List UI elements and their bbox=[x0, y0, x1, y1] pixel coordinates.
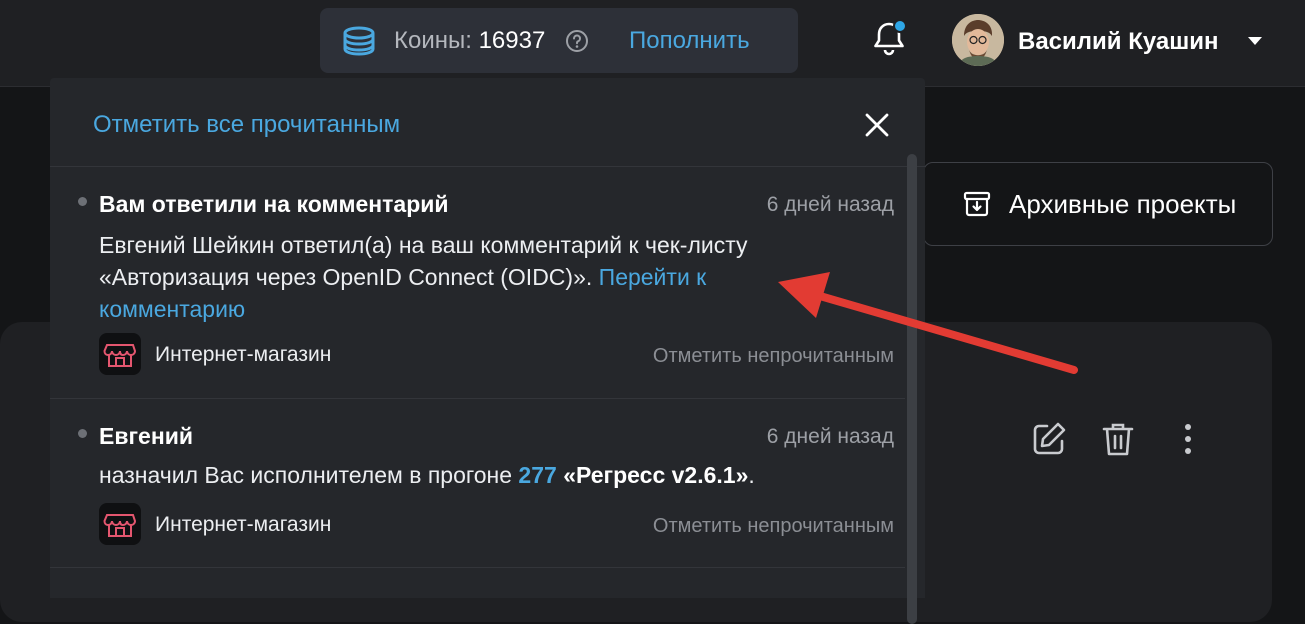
notifications-panel: Отметить все прочитанным Вам ответили на… bbox=[50, 78, 925, 624]
storefront-icon bbox=[103, 344, 137, 367]
scrollbar[interactable] bbox=[907, 154, 917, 624]
notification-body: назначил Вас исполнителем в прогоне 277 … bbox=[99, 459, 829, 491]
project-icon bbox=[99, 333, 141, 375]
more-vertical-icon[interactable] bbox=[1178, 420, 1198, 458]
notification-time: 6 дней назад bbox=[766, 193, 894, 216]
question-circle-icon[interactable] bbox=[565, 29, 589, 53]
unread-badge bbox=[893, 19, 907, 33]
coins-text: Коины: 16937 bbox=[394, 27, 545, 55]
archived-projects-label: Архивные проекты bbox=[1009, 189, 1237, 219]
edit-icon[interactable] bbox=[1030, 420, 1068, 458]
archived-projects-button[interactable]: Архивные проекты bbox=[923, 162, 1273, 246]
bell-icon[interactable] bbox=[868, 18, 910, 60]
unread-dot bbox=[78, 197, 87, 206]
coins-widget: Коины: 16937 Пополнить bbox=[320, 8, 798, 73]
run-number-link[interactable]: 277 bbox=[518, 462, 556, 488]
user-name: Василий Куашин bbox=[1018, 28, 1219, 55]
archive-box-icon bbox=[963, 191, 991, 217]
avatar bbox=[952, 14, 1004, 66]
project-name[interactable]: Интернет-магазин bbox=[155, 343, 331, 367]
coins-label: Коины: bbox=[394, 27, 472, 54]
unread-dot bbox=[78, 429, 87, 438]
top-bar: Коины: 16937 Пополнить Василий Куашин bbox=[0, 0, 1305, 87]
notification-body: Евгений Шейкин ответил(а) на ваш коммент… bbox=[99, 229, 829, 325]
project-icon bbox=[99, 503, 141, 545]
notification-title: Вам ответили на комментарий bbox=[99, 191, 449, 217]
close-icon[interactable] bbox=[864, 112, 890, 138]
notification-time: 6 дней назад bbox=[766, 425, 894, 448]
trash-icon[interactable] bbox=[1100, 420, 1136, 458]
mark-unread-button[interactable]: Отметить непрочитанным bbox=[653, 515, 894, 538]
mark-unread-button[interactable]: Отметить непрочитанным bbox=[653, 345, 894, 368]
notification-text: назначил Вас исполнителем в прогоне bbox=[99, 462, 513, 488]
coins-value: 16937 bbox=[478, 27, 546, 54]
run-name: «Регресс v2.6.1» bbox=[563, 462, 749, 488]
notifications-header: Отметить все прочитанным bbox=[50, 78, 925, 167]
notification-text-end: . bbox=[748, 462, 755, 488]
notification-title: Евгений bbox=[99, 423, 194, 449]
coins-stack-icon bbox=[343, 26, 375, 56]
mark-all-read-button[interactable]: Отметить все прочитанным bbox=[93, 111, 400, 139]
project-name[interactable]: Интернет-магазин bbox=[155, 513, 331, 537]
storefront-icon bbox=[103, 514, 137, 537]
topup-button[interactable]: Пополнить bbox=[629, 27, 750, 55]
notification-item: Евгений 6 дней назад назначил Вас исполн… bbox=[50, 399, 905, 568]
notification-item: Вам ответили на комментарий 6 дней назад… bbox=[50, 167, 905, 399]
caret-down-icon[interactable] bbox=[1246, 34, 1264, 48]
